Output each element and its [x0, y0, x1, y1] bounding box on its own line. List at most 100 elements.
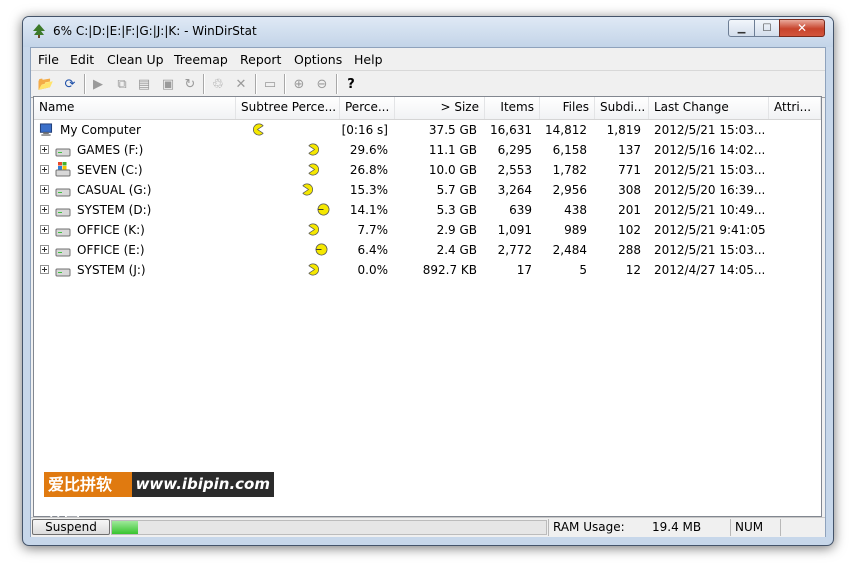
row-last-change: 2012/5/21 15:03... [654, 163, 766, 177]
row-name: SEVEN (C:) [77, 163, 143, 177]
expand-icon[interactable] [40, 165, 49, 174]
row-last-change: 2012/5/16 14:02... [654, 143, 766, 157]
list-item[interactable]: OFFICE (E:) 6.4% 2.4 GB 2,772 2,484 288 … [34, 240, 821, 260]
play-icon[interactable]: ▶ [89, 75, 107, 93]
row-size: 5.7 GB [436, 183, 477, 197]
list-item[interactable]: GAMES (F:) 29.6% 11.1 GB 6,295 6,158 137… [34, 140, 821, 160]
refresh-selected-icon[interactable]: ↻ [181, 75, 199, 93]
row-subdirs: 12 [625, 263, 641, 277]
delete-icon[interactable]: ✕ [232, 75, 250, 93]
row-percent: 0.0% [357, 263, 389, 277]
recycle-icon[interactable]: ♲ [209, 75, 227, 93]
help-icon[interactable]: ? [342, 75, 360, 93]
row-subdirs: 1,819 [606, 123, 641, 137]
list-header: Name Subtree Perce... Perce... > Size It… [34, 97, 821, 120]
pacman-icon [317, 203, 330, 216]
row-items: 16,631 [490, 123, 532, 137]
column-size[interactable]: > Size [395, 97, 485, 119]
copy-path-icon[interactable]: ⧉ [113, 75, 131, 93]
list-item[interactable]: My Computer [0:16 s] 37.5 GB 16,631 14,8… [34, 120, 821, 140]
pacman-icon [308, 163, 320, 176]
pacman-icon [308, 223, 320, 236]
scan-progress-bar [111, 520, 547, 535]
menu-clean-up[interactable]: Clean Up [107, 52, 164, 67]
expand-icon[interactable] [40, 265, 49, 274]
row-items: 2,553 [497, 163, 532, 177]
close-button[interactable]: ✕ [779, 19, 825, 37]
row-percent: 14.1% [349, 203, 388, 217]
zoom-in-icon[interactable]: ⊕ [290, 75, 308, 93]
list-item[interactable]: OFFICE (K:) 7.7% 2.9 GB 1,091 989 102 20… [34, 220, 821, 240]
progress-fill [112, 521, 138, 534]
drive-icon [55, 228, 71, 237]
column-subtree-percent[interactable]: Subtree Perce... [236, 97, 340, 119]
row-percent: 6.4% [357, 243, 389, 257]
expand-icon[interactable] [40, 145, 49, 154]
open-icon[interactable]: 📂 [37, 75, 55, 93]
window-title: 6% C:|D:|E:|F:|G:|J:|K: - WinDirStat [53, 24, 257, 38]
menu-options[interactable]: Options [294, 52, 342, 67]
row-size: 10.0 GB [428, 163, 477, 177]
command-prompt-icon[interactable]: ▣ [159, 75, 177, 93]
ram-usage-label: RAM Usage: [548, 519, 648, 536]
row-size: 892.7 KB [422, 263, 477, 277]
row-size: 5.3 GB [436, 203, 477, 217]
title-bar[interactable]: 6% C:|D:|E:|F:|G:|J:|K: - WinDirStat ▁ ☐… [23, 17, 833, 47]
column-attributes[interactable]: Attri... [769, 97, 821, 119]
column-percent[interactable]: Perce... [340, 97, 395, 119]
row-subdirs: 288 [618, 243, 641, 257]
row-size: 11.1 GB [428, 143, 477, 157]
menu-report[interactable]: Report [240, 52, 281, 67]
drive-icon [55, 268, 71, 277]
pacman-icon [308, 263, 320, 276]
row-last-change: 2012/5/21 15:03... [654, 243, 766, 257]
tree-icon [33, 24, 45, 38]
directory-list[interactable]: Name Subtree Perce... Perce... > Size It… [33, 96, 822, 517]
expand-icon[interactable] [40, 245, 49, 254]
row-files: 14,812 [545, 123, 587, 137]
menu-edit[interactable]: Edit [70, 52, 94, 67]
row-last-change: 2012/5/21 9:41:05 [654, 223, 766, 237]
zoom-out-icon[interactable]: ⊖ [313, 75, 331, 93]
drive-icon [55, 148, 71, 157]
row-subdirs: 102 [618, 223, 641, 237]
column-files[interactable]: Files [540, 97, 595, 119]
explorer-icon[interactable]: ▤ [135, 75, 153, 93]
row-size: 37.5 GB [428, 123, 477, 137]
row-name: My Computer [60, 123, 141, 137]
list-item[interactable]: SYSTEM (J:) 0.0% 892.7 KB 17 5 12 2012/4… [34, 260, 821, 280]
watermark: 爱比拼软件园 www.ibipin.com [44, 472, 274, 519]
expand-icon[interactable] [40, 205, 49, 214]
column-name[interactable]: Name [34, 97, 236, 119]
expand-icon[interactable] [40, 225, 49, 234]
row-size: 2.4 GB [436, 243, 477, 257]
row-items: 6,295 [497, 143, 532, 157]
computer-icon [39, 123, 53, 136]
client-area: File Edit Clean Up Treemap Report Option… [30, 47, 826, 537]
row-subdirs: 201 [618, 203, 641, 217]
list-item[interactable]: CASUAL (G:) 15.3% 5.7 GB 3,264 2,956 308… [34, 180, 821, 200]
menu-treemap[interactable]: Treemap [174, 52, 228, 67]
properties-icon[interactable]: ▭ [261, 75, 279, 93]
column-last-change[interactable]: Last Change [649, 97, 769, 119]
list-item[interactable]: SYSTEM (D:) 14.1% 5.3 GB 639 438 201 201… [34, 200, 821, 220]
expand-icon[interactable] [40, 185, 49, 194]
watermark-url: www.ibipin.com [131, 472, 274, 497]
minimize-button[interactable]: ▁ [728, 19, 755, 37]
refresh-icon[interactable]: ⟳ [61, 75, 79, 93]
toolbar: 📂 ⟳ ▶ ⧉ ▤ ▣ ↻ ♲ ✕ ▭ ⊕ ⊖ ? [31, 70, 825, 98]
row-name: OFFICE (E:) [77, 243, 145, 257]
drive-icon [55, 208, 71, 217]
row-last-change: 2012/5/21 15:03... [654, 123, 766, 137]
menu-file[interactable]: File [38, 52, 59, 67]
windows-drive-icon [55, 162, 71, 177]
row-subdirs: 308 [618, 183, 641, 197]
row-last-change: 2012/5/20 16:39... [654, 183, 766, 197]
column-items[interactable]: Items [485, 97, 540, 119]
maximize-button[interactable]: ☐ [754, 19, 780, 37]
menu-help[interactable]: Help [354, 52, 383, 67]
list-item[interactable]: SEVEN (C:) 26.8% 10.0 GB 2,553 1,782 771… [34, 160, 821, 180]
column-subdirs[interactable]: Subdi... [595, 97, 649, 119]
row-files: 1,782 [552, 163, 587, 177]
row-name: SYSTEM (J:) [77, 263, 146, 277]
